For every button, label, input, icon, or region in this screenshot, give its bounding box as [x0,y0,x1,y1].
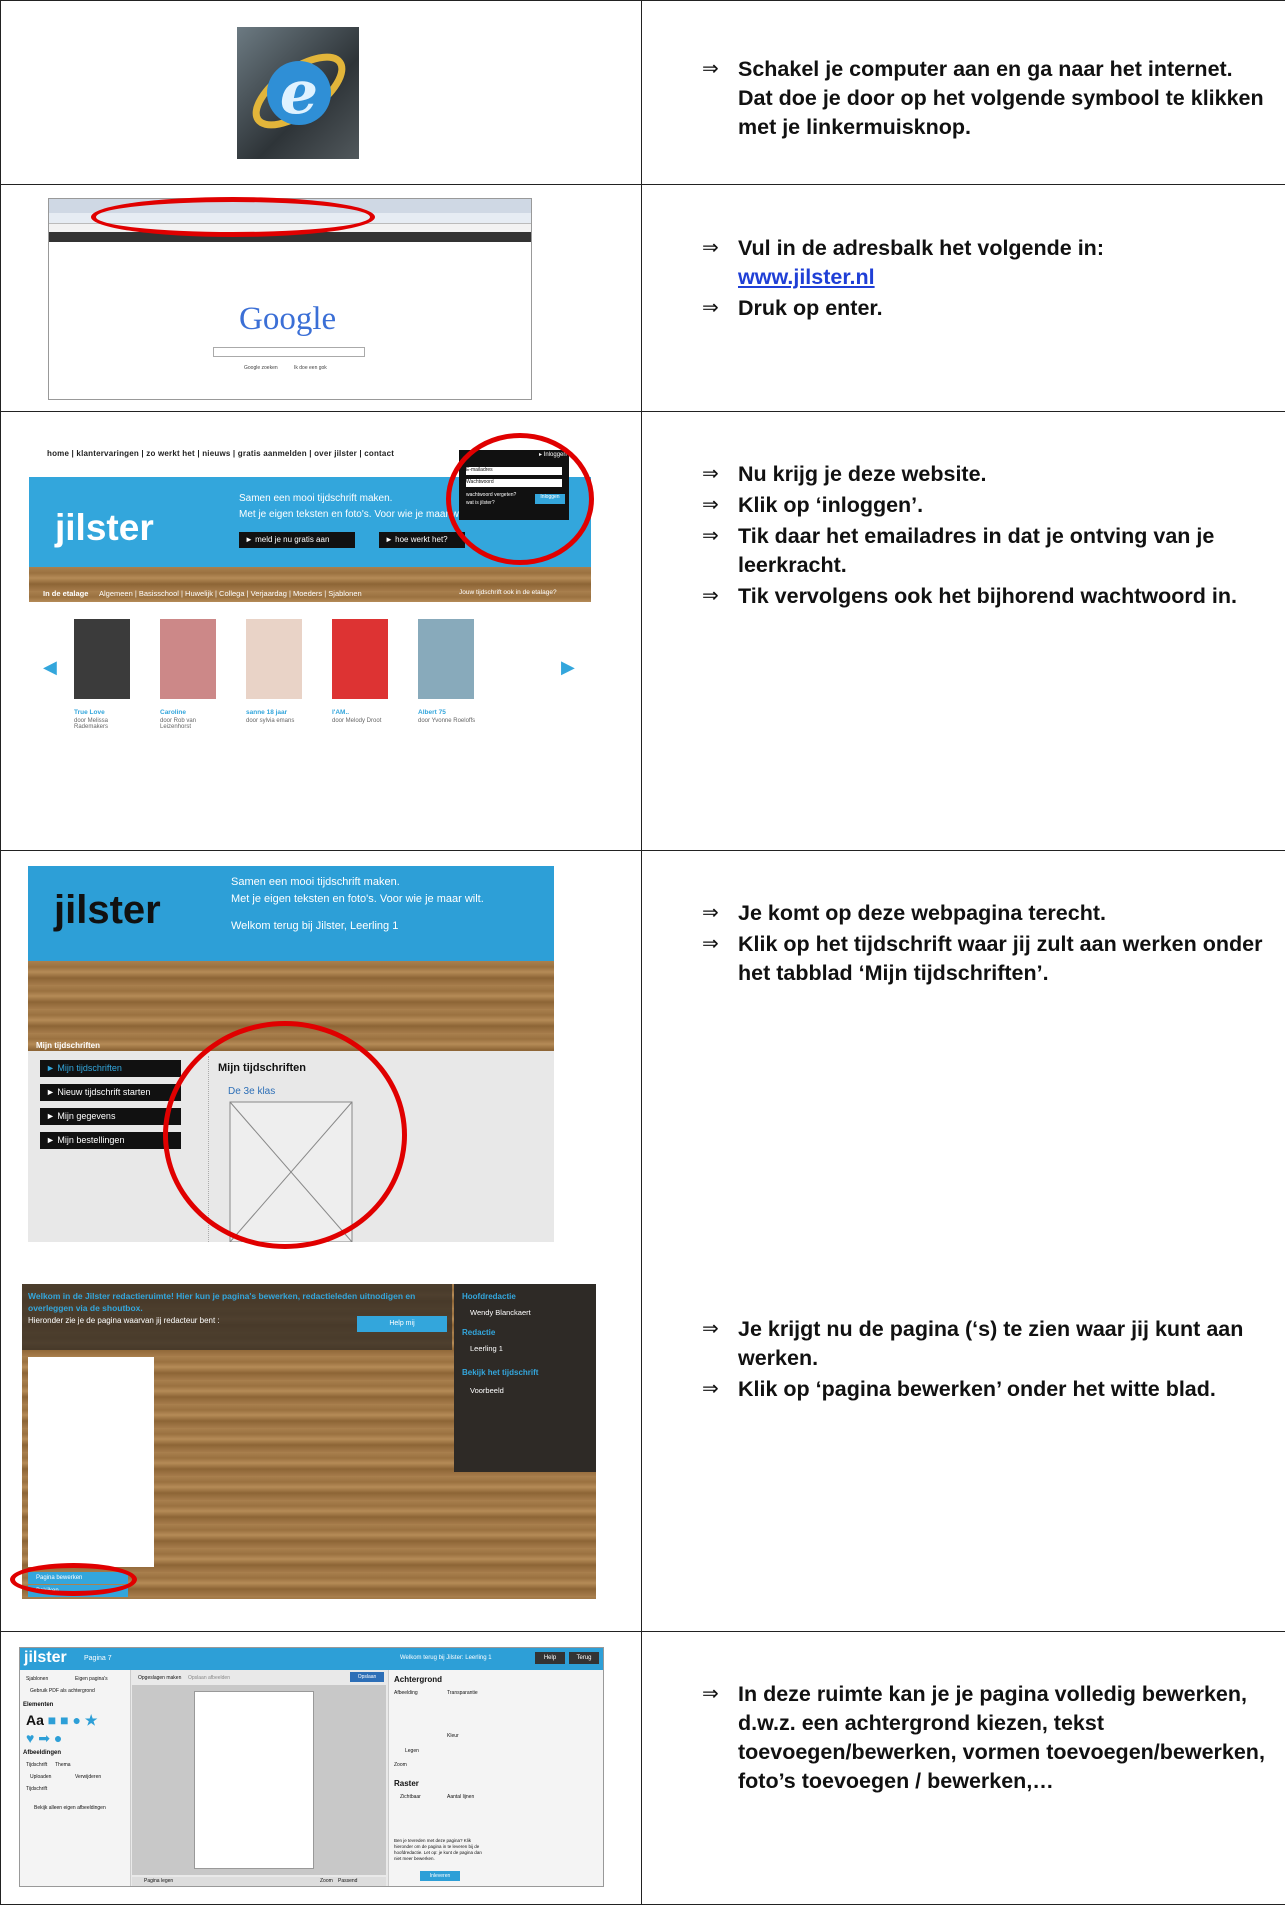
instruction-item: ⇒ Druk op enter. [702,296,883,320]
svg-text:e: e [280,58,318,128]
instruction-item: ⇒ In deze ruimte kan je je pagina volledi… [702,1682,1265,1793]
row-1-text-cell: ⇒ Schakel je computer aan en ga naar het … [641,0,1285,185]
instruction-item: ⇒ Klik op het tijdschrift waar jij zult a… [702,932,1263,985]
instruction-item: ⇒ Vul in de adresbalk het volgende in: www… [702,236,1104,289]
row-5-image-cell: jilster Pagina 7 Welkom terug bij Jilste… [0,1631,642,1905]
instruction-item: ⇒ Klik op ‘inloggen’. [702,493,924,517]
menu-item[interactable]: ► Mijn tijdschriften [40,1060,181,1077]
instruction-item: ⇒ Tik vervolgens ook het bijhorend wachtw… [702,584,1237,608]
row-5-text-cell: ⇒ In deze ruimte kan je je pagina volledi… [641,1631,1285,1905]
jilster-editor-screenshot: jilster Pagina 7 Welkom terug bij Jilste… [19,1647,604,1887]
address-bar-highlight [91,197,375,237]
google-logo: Google [239,301,337,337]
row-2-image-cell: Google Google zoeken Ik doe een gok [0,184,642,412]
magazine-highlight [163,1021,407,1249]
instruction-item: ⇒ Tik daar het emailadres in dat je ontvi… [702,524,1215,577]
jilster-logo: jilster [55,507,154,548]
menu-item[interactable]: ► Mijn gegevens [40,1108,181,1125]
instruction-item: ⇒ Nu krijg je deze website. [702,462,987,486]
login-highlight [446,433,594,565]
row-4-image-cell: jilster Samen een mooi tijdschrift maken… [0,850,642,1632]
row-2-text-cell: ⇒ Vul in de adresbalk het volgende in: www… [641,184,1285,412]
instruction-item: ⇒ Klik op ‘pagina bewerken’ onder het wit… [702,1377,1216,1401]
jilster-editor-room-screenshot: Welkom in de Jilster redactieruimte! Hie… [22,1284,596,1599]
menu-item[interactable]: ► Nieuw tijdschrift starten [40,1084,181,1101]
instruction-item: ⇒ Je krijgt nu de pagina (‘s) te zien waa… [702,1317,1244,1370]
jilster-link[interactable]: www.jilster.nl [738,265,875,289]
instruction-table: e ⇒ Schakel je computer aan en ga naar he… [0,0,1285,1905]
menu-item[interactable]: ► Mijn bestellingen [40,1132,181,1149]
row-3-image-cell: home | klantervaringen | zo werkt het | … [0,411,642,851]
instruction-item: ⇒ Schakel je computer aan en ga naar het … [702,57,1264,139]
instruction-item: ⇒ Je komt op deze webpagina terecht. [702,901,1106,925]
internet-explorer-icon: e [237,27,359,159]
row-1-image-cell: e [0,0,642,185]
row-4-text-cell: ⇒ Je komt op deze webpagina terecht. ⇒ Kli… [641,850,1285,1632]
row-3-text-cell: ⇒ Nu krijg je deze website. ⇒ Klik op ‘inl… [641,411,1285,851]
edit-page-highlight [10,1563,137,1596]
